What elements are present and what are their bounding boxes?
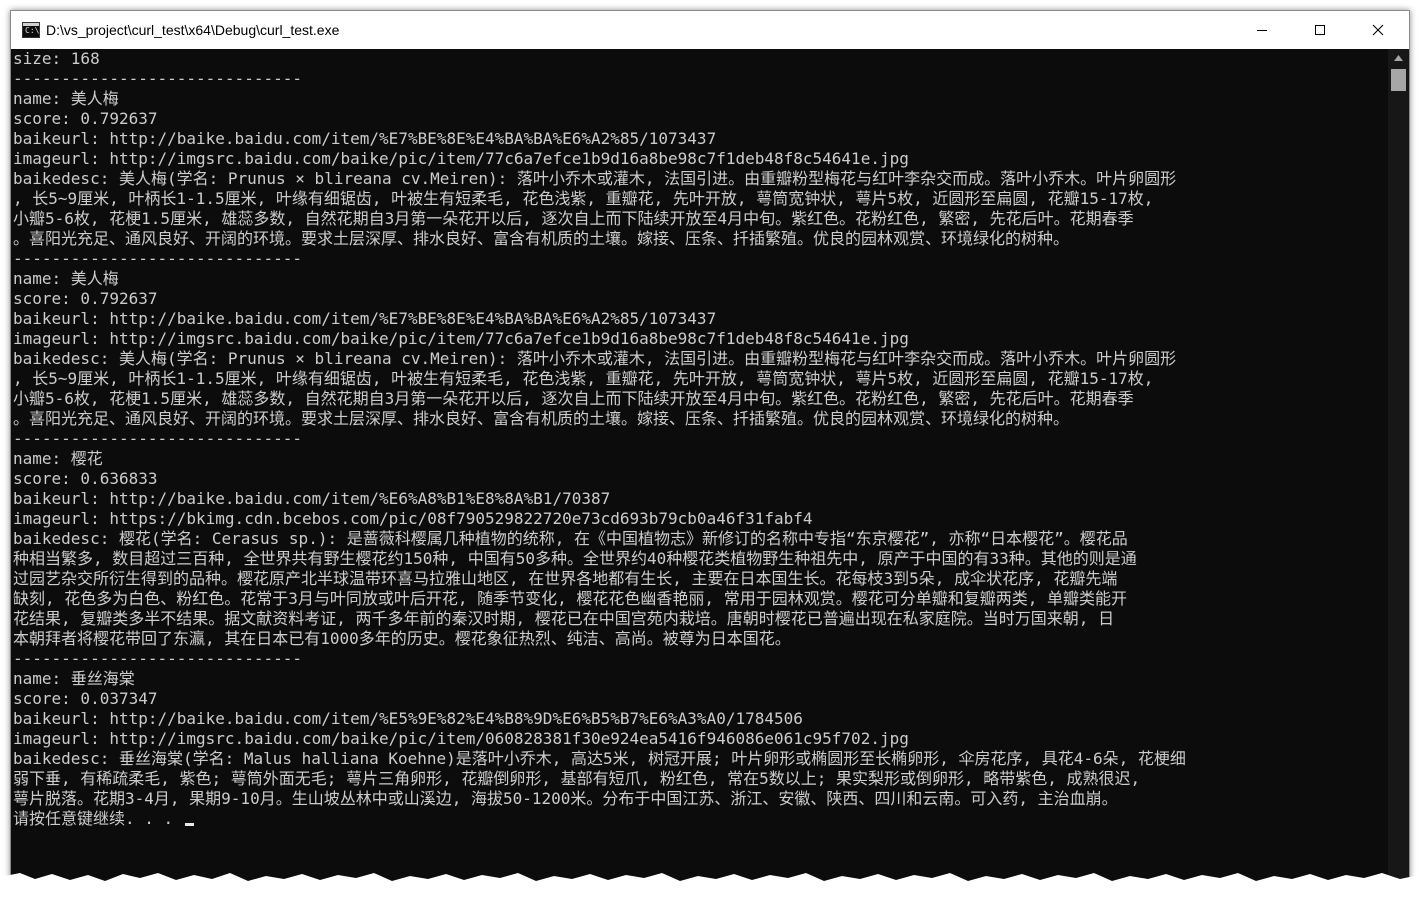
console-line: , 长5~9厘米, 叶柄长1-1.5厘米, 叶缘有细锯齿, 叶被生有短柔毛, 花…	[13, 189, 1154, 208]
close-icon	[1372, 24, 1384, 36]
console-line: , 长5~9厘米, 叶柄长1-1.5厘米, 叶缘有细锯齿, 叶被生有短柔毛, 花…	[13, 369, 1154, 388]
console-line: baikedesc: 美人梅(学名: Prunus × blireana cv.…	[13, 169, 1177, 188]
console-line: imageurl: http://imgsrc.baidu.com/baike/…	[13, 329, 909, 348]
minimize-button[interactable]	[1233, 11, 1291, 49]
console-line: 小瓣5-6枚, 花梗1.5厘米, 雄蕊多数, 自然花期自3月第一朵花开以后, 逐…	[13, 209, 1134, 228]
maximize-button[interactable]	[1291, 11, 1349, 49]
console-window: C:\ D:\vs_project\curl_test\x64\Debug\cu…	[10, 10, 1410, 888]
console-line: baikeurl: http://baike.baidu.com/item/%E…	[13, 129, 717, 148]
prompt-line: 请按任意键继续. . .	[13, 809, 194, 829]
vertical-scrollbar[interactable]	[1388, 49, 1409, 887]
scroll-thumb[interactable]	[1391, 69, 1406, 91]
console-line: 花结果, 复瓣类多半不结果。据文献资料考证, 两千多年前的秦汉时期, 樱花已在中…	[13, 609, 1115, 628]
console-line: imageurl: http://imgsrc.baidu.com/baike/…	[13, 729, 909, 748]
console-line: baikeurl: http://baike.baidu.com/item/%E…	[13, 489, 611, 508]
window-title: D:\vs_project\curl_test\x64\Debug\curl_t…	[46, 22, 340, 38]
continue-prompt: 请按任意键继续. . .	[13, 809, 183, 828]
console-line: imageurl: https://bkimg.cdn.bcebos.com/p…	[13, 509, 813, 528]
console-output[interactable]: size: 168 ------------------------------…	[11, 49, 1388, 887]
console-line: baikeurl: http://baike.baidu.com/item/%E…	[13, 709, 803, 728]
console-line: baikedesc: 美人梅(学名: Prunus × blireana cv.…	[13, 349, 1177, 368]
maximize-icon	[1315, 25, 1325, 35]
console-line: 萼片脱落。花期3-4月, 果期9-10月。生山坡丛林中或山溪边, 海拔50-12…	[13, 789, 1118, 808]
console-line: score: 0.792637	[13, 109, 158, 128]
separator-line: ------------------------------	[13, 429, 302, 448]
title-bar[interactable]: C:\ D:\vs_project\curl_test\x64\Debug\cu…	[11, 11, 1409, 49]
console-line: imageurl: http://imgsrc.baidu.com/baike/…	[13, 149, 909, 168]
console-line: baikedesc: 垂丝海棠(学名: Malus halliana Koehn…	[13, 749, 1186, 768]
console-line: score: 0.037347	[13, 689, 158, 708]
scroll-up-button[interactable]	[1388, 49, 1409, 67]
torn-edge	[0, 873, 1419, 900]
close-button[interactable]	[1349, 11, 1407, 49]
console-line: name: 美人梅	[13, 269, 119, 288]
chevron-up-icon	[1394, 55, 1403, 61]
console-line: baikeurl: http://baike.baidu.com/item/%E…	[13, 309, 717, 328]
console-line: size: 168	[13, 49, 100, 68]
minimize-icon	[1257, 30, 1267, 31]
console-line: 小瓣5-6枚, 花梗1.5厘米, 雄蕊多数, 自然花期自3月第一朵花开以后, 逐…	[13, 389, 1134, 408]
console-line: baikedesc: 樱花(学名: Cerasus sp.): 是蔷薇科樱属几种…	[13, 529, 1128, 548]
console-line: name: 美人梅	[13, 89, 119, 108]
console-line: score: 0.792637	[13, 289, 158, 308]
console-line: 本朝拜者将樱花带回了东瀛, 其在日本已有1000多年的历史。樱花象征热烈、纯洁、…	[13, 629, 791, 648]
console-line: 弱下垂, 有稀疏柔毛, 紫色; 萼筒外面无毛; 萼片三角卵形, 花瓣倒卵形, 基…	[13, 769, 1141, 788]
console-line: 缺刻, 花色多为白色、粉红色。花常于3月与叶同放或叶后开花, 随季节变化, 樱花…	[13, 589, 1127, 608]
text-cursor	[184, 823, 194, 826]
separator-line: ------------------------------	[13, 69, 302, 88]
separator-line: ------------------------------	[13, 249, 302, 268]
console-line: score: 0.636833	[13, 469, 158, 488]
console-line: 。喜阳光充足、通风良好、开阔的环境。要求土层深厚、排水良好、富含有机质的土壤。嫁…	[13, 409, 1070, 428]
console-line: 种相当繁多, 数目超过三百种, 全世界共有野生樱花约150种, 中国有50多种。…	[13, 549, 1137, 568]
console-line: 。喜阳光充足、通风良好、开阔的环境。要求土层深厚、排水良好、富含有机质的土壤。嫁…	[13, 229, 1070, 248]
separator-line: ------------------------------	[13, 649, 302, 668]
console-line: name: 垂丝海棠	[13, 669, 135, 688]
console-line: 过园艺杂交所衍生得到的品种。樱花原产北半球温带环喜马拉雅山地区, 在世界各地都有…	[13, 569, 1118, 588]
console-line: name: 樱花	[13, 449, 103, 468]
console-app-icon[interactable]: C:\	[22, 22, 40, 38]
